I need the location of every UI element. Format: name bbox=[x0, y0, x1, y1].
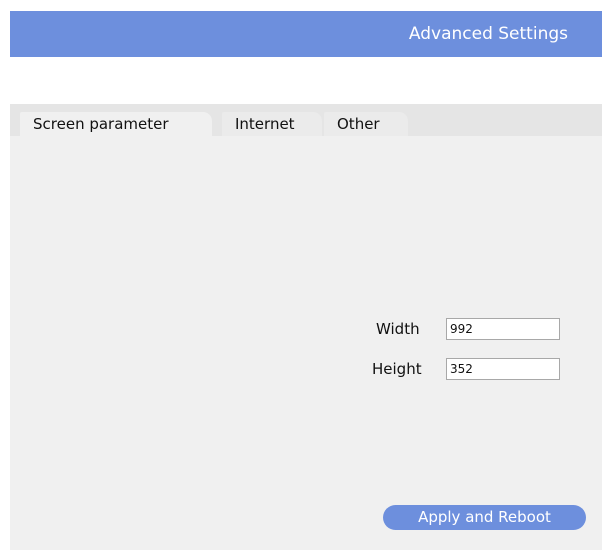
settings-panel: Screen parameter Internet Other Width He… bbox=[10, 104, 602, 550]
height-input[interactable] bbox=[446, 358, 560, 380]
width-label: Width bbox=[376, 320, 420, 338]
apply-and-reboot-button[interactable]: Apply and Reboot bbox=[383, 505, 586, 530]
tab-bar: Screen parameter Internet Other bbox=[10, 104, 602, 136]
title-bar: Advanced Settings bbox=[10, 11, 602, 57]
tab-other[interactable]: Other bbox=[324, 112, 408, 136]
height-label: Height bbox=[372, 360, 422, 378]
tab-screen-parameter[interactable]: Screen parameter bbox=[20, 112, 212, 136]
window-title: Advanced Settings bbox=[408, 24, 568, 44]
width-input[interactable] bbox=[446, 318, 560, 340]
tab-internet[interactable]: Internet bbox=[222, 112, 322, 136]
